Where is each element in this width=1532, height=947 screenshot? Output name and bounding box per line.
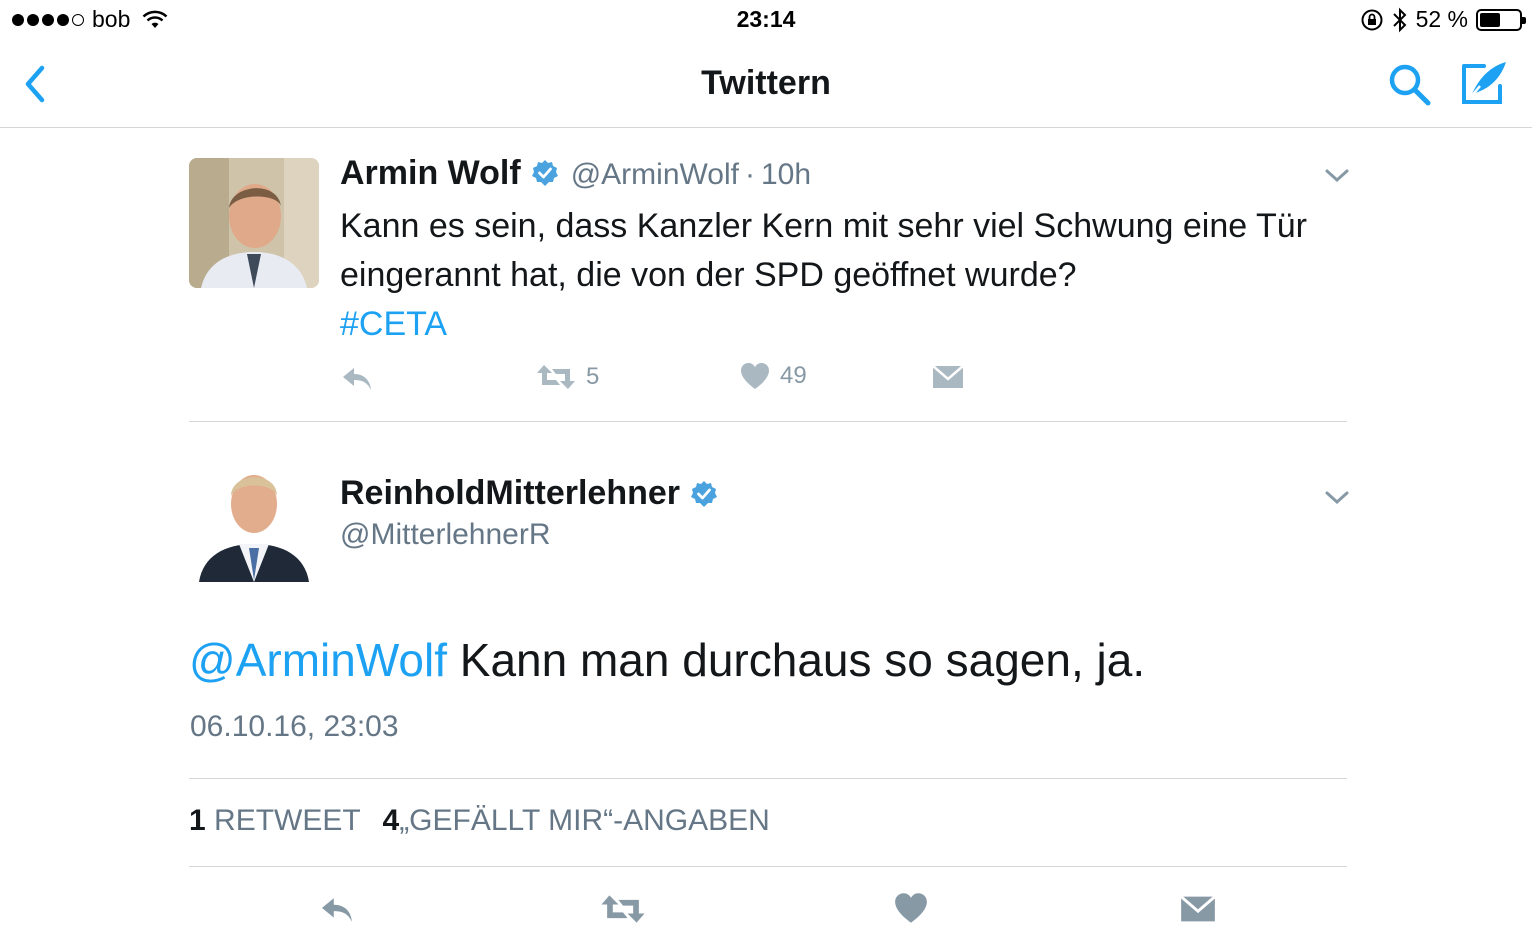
hashtag-link[interactable]: #CETA xyxy=(340,300,447,349)
retweet-stat[interactable]: 1 RETWEET xyxy=(189,804,360,837)
reply-icon xyxy=(343,368,371,390)
like-button[interactable] xyxy=(894,892,928,924)
author-handle[interactable]: @MitterlehnerR xyxy=(340,518,551,552)
tweet-header: ReinholdMitterlehner xyxy=(340,474,730,513)
separator-dot: · xyxy=(744,158,755,191)
search-icon[interactable] xyxy=(1386,62,1434,108)
status-time: 23:14 xyxy=(736,6,796,32)
rotation-lock-icon xyxy=(1361,9,1383,30)
page-title: Twittern xyxy=(701,64,831,102)
direct-message-button[interactable] xyxy=(1180,894,1216,924)
divider xyxy=(189,866,1347,867)
retweet-stat-count: 1 xyxy=(189,804,206,837)
mention-link[interactable]: @ArminWolf xyxy=(189,634,447,686)
like-stat-label: „GEFÄLLT MIR“-ANGABEN xyxy=(399,804,770,837)
chevron-down-icon[interactable] xyxy=(1324,490,1350,506)
retweet-count: 5 xyxy=(586,363,600,390)
reply-icon xyxy=(322,898,352,922)
verified-badge-icon xyxy=(691,480,718,507)
retweet-icon xyxy=(601,895,645,923)
status-bar: bob 23:14 52 % xyxy=(0,0,1532,40)
divider xyxy=(189,778,1347,779)
tweet-text: Kann es sein, dass Kanzler Kern mit sehr… xyxy=(340,207,1307,294)
reply-button[interactable] xyxy=(318,894,356,924)
divider xyxy=(189,421,1347,422)
avatar[interactable] xyxy=(189,452,319,582)
reinhold-mitterlehner-avatar-icon xyxy=(189,452,319,582)
tweet-header: Armin Wolf @ArminWolf · 10h xyxy=(340,154,811,193)
compose-tweet-icon[interactable] xyxy=(1458,58,1510,108)
tweet-body: Kann man durchaus so sagen, ja. xyxy=(447,634,1146,686)
navigation-bar: Twittern xyxy=(0,40,1532,128)
armin-wolf-avatar-icon xyxy=(189,158,319,288)
like-count: 49 xyxy=(780,362,807,389)
tweet-text: @ArminWolf Kann man durchaus so sagen, j… xyxy=(189,632,1145,688)
battery-percent: 52 % xyxy=(1415,6,1468,32)
retweet-icon xyxy=(537,365,575,389)
status-bar-right: 52 % xyxy=(1360,6,1526,33)
author-name[interactable]: ReinholdMitterlehner xyxy=(340,474,680,513)
direct-message-button[interactable] xyxy=(932,364,964,390)
reply-button[interactable] xyxy=(340,364,374,392)
envelope-icon xyxy=(932,365,964,388)
like-button[interactable]: 49 xyxy=(740,362,807,390)
retweet-button[interactable]: 5 xyxy=(536,362,599,392)
verified-badge-icon xyxy=(531,160,558,186)
chevron-down-icon[interactable] xyxy=(1324,168,1350,184)
envelope-icon xyxy=(1180,895,1216,922)
author-name[interactable]: Armin Wolf xyxy=(340,154,521,193)
retweet-button[interactable] xyxy=(600,892,646,926)
avatar[interactable] xyxy=(189,158,319,288)
tweet-age: 10h xyxy=(760,158,812,191)
heart-icon xyxy=(741,363,769,389)
tweet-timestamp: 06.10.16, 23:03 xyxy=(190,710,399,743)
tweet-stats: 1 RETWEET 4„GEFÄLLT MIR“-ANGABEN xyxy=(189,804,770,838)
retweet-stat-label: RETWEET xyxy=(214,804,361,837)
like-stat[interactable]: 4„GEFÄLLT MIR“-ANGABEN xyxy=(383,804,770,837)
battery-icon xyxy=(1476,8,1526,31)
author-handle[interactable]: @ArminWolf xyxy=(571,158,739,192)
bluetooth-icon xyxy=(1392,7,1406,32)
heart-icon xyxy=(895,893,927,923)
like-stat-count: 4 xyxy=(382,804,400,837)
